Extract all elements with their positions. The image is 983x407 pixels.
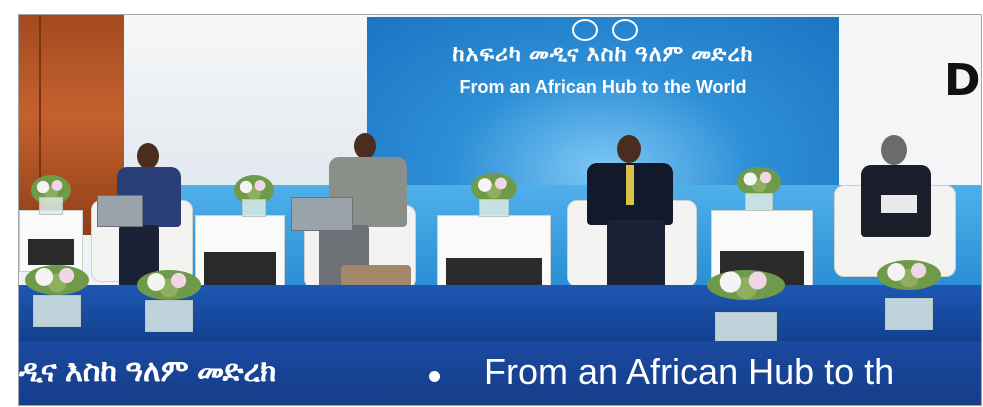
side-table xyxy=(19,210,83,272)
flower-vase xyxy=(234,175,274,217)
flower-vase xyxy=(31,175,71,215)
flower-vase xyxy=(471,173,517,217)
banner-english-text: From an African Hub to the World xyxy=(459,77,747,97)
flower-vase xyxy=(877,260,941,330)
papers xyxy=(881,195,917,213)
photo-frame: ከአፍሪካ መዲና እስከ ዓለም መድረክ From an African H… xyxy=(18,14,982,406)
flower-vase xyxy=(25,265,89,327)
laptop xyxy=(97,195,143,227)
laptop xyxy=(291,197,353,231)
bullet-dot xyxy=(429,371,440,382)
tie xyxy=(626,165,634,205)
flower-vase xyxy=(707,270,785,344)
stage-front-banner: ዲና እስከ ዓለም መድረክ From an African Hub to t… xyxy=(19,341,981,405)
corner-brand-text: Di xyxy=(944,55,981,106)
front-english-text: From an African Hub to th xyxy=(484,351,895,392)
globe-logo-icon xyxy=(572,19,598,41)
flower-vase xyxy=(137,270,201,332)
front-amharic-text: ዲና እስከ ዓለም መድረክ xyxy=(19,355,277,388)
banner-amharic-text: ከአፍሪካ መዲና እስከ ዓለም መድረክ xyxy=(452,41,754,66)
flower-vase xyxy=(737,167,781,211)
emblem-logo-icon xyxy=(612,19,638,41)
